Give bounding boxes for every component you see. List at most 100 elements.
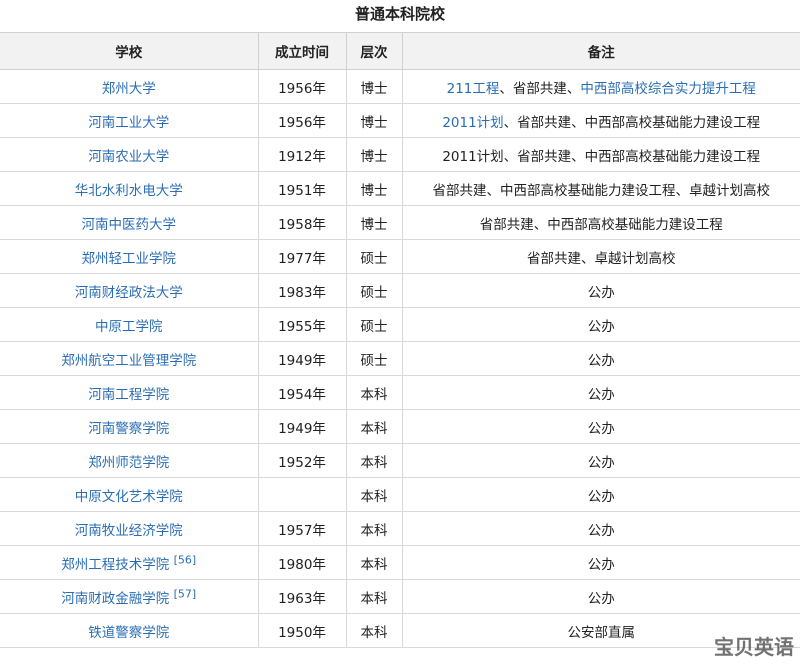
header-row: 学校 成立时间 层次 备注 [0, 32, 800, 70]
notes-text: 公办 [587, 318, 615, 335]
school-link[interactable]: 中原工学院 [95, 319, 163, 335]
notes-text: 、省部共建、中西部高校基础能力建设工程 [503, 114, 761, 131]
table-row: 中原文化艺术学院 本科 公办 [0, 477, 800, 512]
school-link[interactable]: 郑州航空工业管理学院 [61, 353, 196, 369]
school-cell: 中原工学院 [0, 307, 259, 342]
school-link[interactable]: 河南农业大学 [88, 149, 169, 165]
table-row: 河南中医药大学 1958年 博士 省部共建、中西部高校基础能力建设工程 [0, 205, 800, 240]
level-cell: 本科 [345, 579, 403, 614]
level-cell: 本科 [345, 511, 403, 546]
notes-cell: 省部共建、卓越计划高校 [401, 239, 800, 274]
notes-text: 公办 [587, 420, 615, 437]
year-cell: 1958年 [257, 205, 347, 240]
watermark-logo: 宝贝英语 [714, 635, 794, 659]
table-row: 中原工学院 1955年 硕士 公办 [0, 307, 800, 342]
school-link[interactable]: 郑州大学 [102, 81, 156, 97]
level-cell: 硕士 [345, 341, 403, 376]
table-row: 河南农业大学 1912年 博士 2011计划、省部共建、中西部高校基础能力建设工程 [0, 137, 800, 172]
table-caption: 普通本科院校 [354, 5, 445, 23]
notes-link[interactable]: 中西部高校综合实力提升工程 [580, 81, 756, 97]
school-link[interactable]: 华北水利水电大学 [75, 183, 183, 199]
year-cell: 1955年 [257, 307, 347, 342]
school-cell: 郑州航空工业管理学院 [0, 341, 259, 376]
notes-cell: 公办 [401, 341, 800, 376]
notes-cell: 公办 [401, 477, 800, 512]
school-link[interactable]: 河南工业大学 [88, 115, 169, 131]
header-level: 层次 [345, 32, 403, 70]
notes-cell: 公办 [401, 307, 800, 342]
notes-cell: 公办 [401, 273, 800, 308]
notes-text: 公办 [587, 522, 615, 539]
school-cell: 郑州工程技术学院 [56] [0, 545, 259, 580]
school-link[interactable]: 铁道警察学院 [88, 625, 169, 641]
notes-text: 省部共建、卓越计划高校 [527, 250, 676, 267]
level-cell: 硕士 [345, 239, 403, 274]
year-cell: 1956年 [257, 103, 347, 138]
school-link[interactable]: 河南财经政法大学 [75, 285, 183, 301]
table-row: 郑州航空工业管理学院 1949年 硕士 公办 [0, 341, 800, 376]
school-cell: 郑州轻工业学院 [0, 239, 259, 274]
notes-text: 公安部直属 [567, 624, 636, 641]
school-cell: 河南财政金融学院 [57] [0, 579, 259, 614]
year-cell [257, 477, 347, 512]
level-cell: 本科 [345, 613, 403, 648]
reference-link[interactable]: [57] [174, 587, 197, 600]
level-cell: 博士 [345, 137, 403, 172]
school-link[interactable]: 河南警察学院 [88, 421, 169, 437]
table-row: 河南警察学院 1949年 本科 公办 [0, 409, 800, 444]
year-cell: 1983年 [257, 273, 347, 308]
school-link[interactable]: 河南中医药大学 [82, 217, 177, 233]
notes-cell: 省部共建、中西部高校基础能力建设工程、卓越计划高校 [401, 171, 800, 206]
header-notes: 备注 [401, 32, 800, 70]
notes-cell: 211工程、省部共建、中西部高校综合实力提升工程 [401, 69, 800, 104]
school-cell: 河南警察学院 [0, 409, 259, 444]
notes-cell: 公办 [401, 375, 800, 410]
school-link[interactable]: 郑州轻工业学院 [82, 251, 177, 267]
notes-text: 公办 [587, 488, 615, 505]
year-cell: 1949年 [257, 409, 347, 444]
level-cell: 博士 [345, 205, 403, 240]
level-cell: 本科 [345, 443, 403, 478]
header-school: 学校 [0, 32, 259, 70]
notes-link[interactable]: 211工程 [447, 81, 500, 97]
header-year: 成立时间 [257, 32, 347, 70]
year-cell: 1950年 [257, 613, 347, 648]
notes-link[interactable]: 2011计划 [442, 115, 503, 131]
level-cell: 本科 [345, 545, 403, 580]
level-cell: 硕士 [345, 307, 403, 342]
level-cell: 博士 [345, 171, 403, 206]
notes-text: 公办 [587, 386, 615, 403]
notes-text: 公办 [587, 454, 615, 471]
school-link[interactable]: 郑州工程技术学院 [61, 557, 169, 573]
year-cell: 1977年 [257, 239, 347, 274]
school-cell: 河南工程学院 [0, 375, 259, 410]
table-row: 郑州工程技术学院 [56] 1980年 本科 公办 [0, 545, 800, 580]
school-link[interactable]: 河南工程学院 [88, 387, 169, 403]
year-cell: 1957年 [257, 511, 347, 546]
level-cell: 硕士 [345, 273, 403, 308]
table-row: 郑州轻工业学院 1977年 硕士 省部共建、卓越计划高校 [0, 239, 800, 274]
notes-text: 省部共建、中西部高校基础能力建设工程、卓越计划高校 [432, 182, 771, 199]
level-cell: 博士 [345, 69, 403, 104]
school-cell: 华北水利水电大学 [0, 171, 259, 206]
year-cell: 1952年 [257, 443, 347, 478]
school-link[interactable]: 郑州师范学院 [88, 455, 169, 471]
notes-cell: 2011计划、省部共建、中西部高校基础能力建设工程 [401, 103, 800, 138]
universities-table: 学校 成立时间 层次 备注 郑州大学 1956年 博士 211工程、省部共建、中西部高… [0, 32, 800, 648]
table-row: 郑州大学 1956年 博士 211工程、省部共建、中西部高校综合实力提升工程 [0, 69, 800, 104]
year-cell: 1956年 [257, 69, 347, 104]
year-cell: 1980年 [257, 545, 347, 580]
table-row: 华北水利水电大学 1951年 博士 省部共建、中西部高校基础能力建设工程、卓越计划高校 [0, 171, 800, 206]
year-cell: 1963年 [257, 579, 347, 614]
school-link[interactable]: 河南牧业经济学院 [75, 523, 183, 539]
level-cell: 本科 [345, 375, 403, 410]
year-cell: 1949年 [257, 341, 347, 376]
reference-link[interactable]: [56] [174, 553, 197, 566]
notes-cell: 公办 [401, 545, 800, 580]
school-link[interactable]: 河南财政金融学院 [61, 591, 169, 607]
level-cell: 本科 [345, 477, 403, 512]
notes-text: 公办 [587, 284, 615, 301]
notes-text: 2011计划、省部共建、中西部高校基础能力建设工程 [442, 148, 761, 165]
school-link[interactable]: 中原文化艺术学院 [75, 489, 183, 505]
school-cell: 中原文化艺术学院 [0, 477, 259, 512]
